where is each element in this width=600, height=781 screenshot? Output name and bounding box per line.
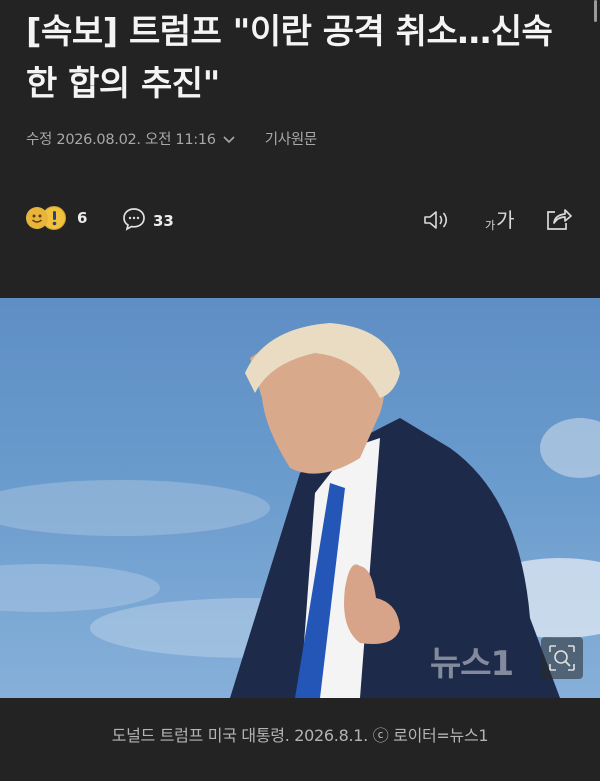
photo-caption: 도널드 트럼프 미국 대통령. 2026.8.1. ⓒ 로이터=뉴스1 [0, 698, 600, 781]
font-size-button[interactable]: 가 가 [485, 204, 515, 233]
article-actions: 6 33 가 가 [26, 200, 576, 240]
article-meta: 수정 2026.08.02. 오전 11:16 기사원문 [26, 128, 317, 149]
original-article-link[interactable]: 기사원문 [265, 128, 317, 149]
text-to-speech-button[interactable] [422, 208, 452, 236]
modified-label: 수정 [26, 132, 53, 148]
comment-count: 33 [153, 212, 174, 230]
reaction-count: 6 [77, 209, 88, 227]
article-headline: [속보] 트럼프 "이란 공격 취소…신속한 합의 추진" [26, 12, 553, 104]
smile-emoji-icon [26, 207, 48, 229]
share-icon [544, 209, 572, 236]
share-button[interactable] [544, 206, 572, 236]
chevron-down-icon[interactable] [221, 131, 237, 147]
reactions-button[interactable]: 6 [26, 206, 87, 230]
scrollbar[interactable] [594, 0, 597, 22]
speaker-icon [422, 211, 452, 236]
comments-button[interactable]: 33 [121, 206, 174, 236]
zoom-button[interactable] [541, 637, 583, 679]
modified-datetime: 2026.08.02. 오전 11:16 [56, 132, 216, 148]
font-size-large-glyph: 가 [496, 208, 515, 232]
photo-watermark: 뉴스1 [430, 644, 514, 684]
comment-bubble-icon [121, 206, 147, 236]
font-size-small-glyph: 가 [485, 219, 496, 232]
magnifier-icon [541, 645, 583, 683]
